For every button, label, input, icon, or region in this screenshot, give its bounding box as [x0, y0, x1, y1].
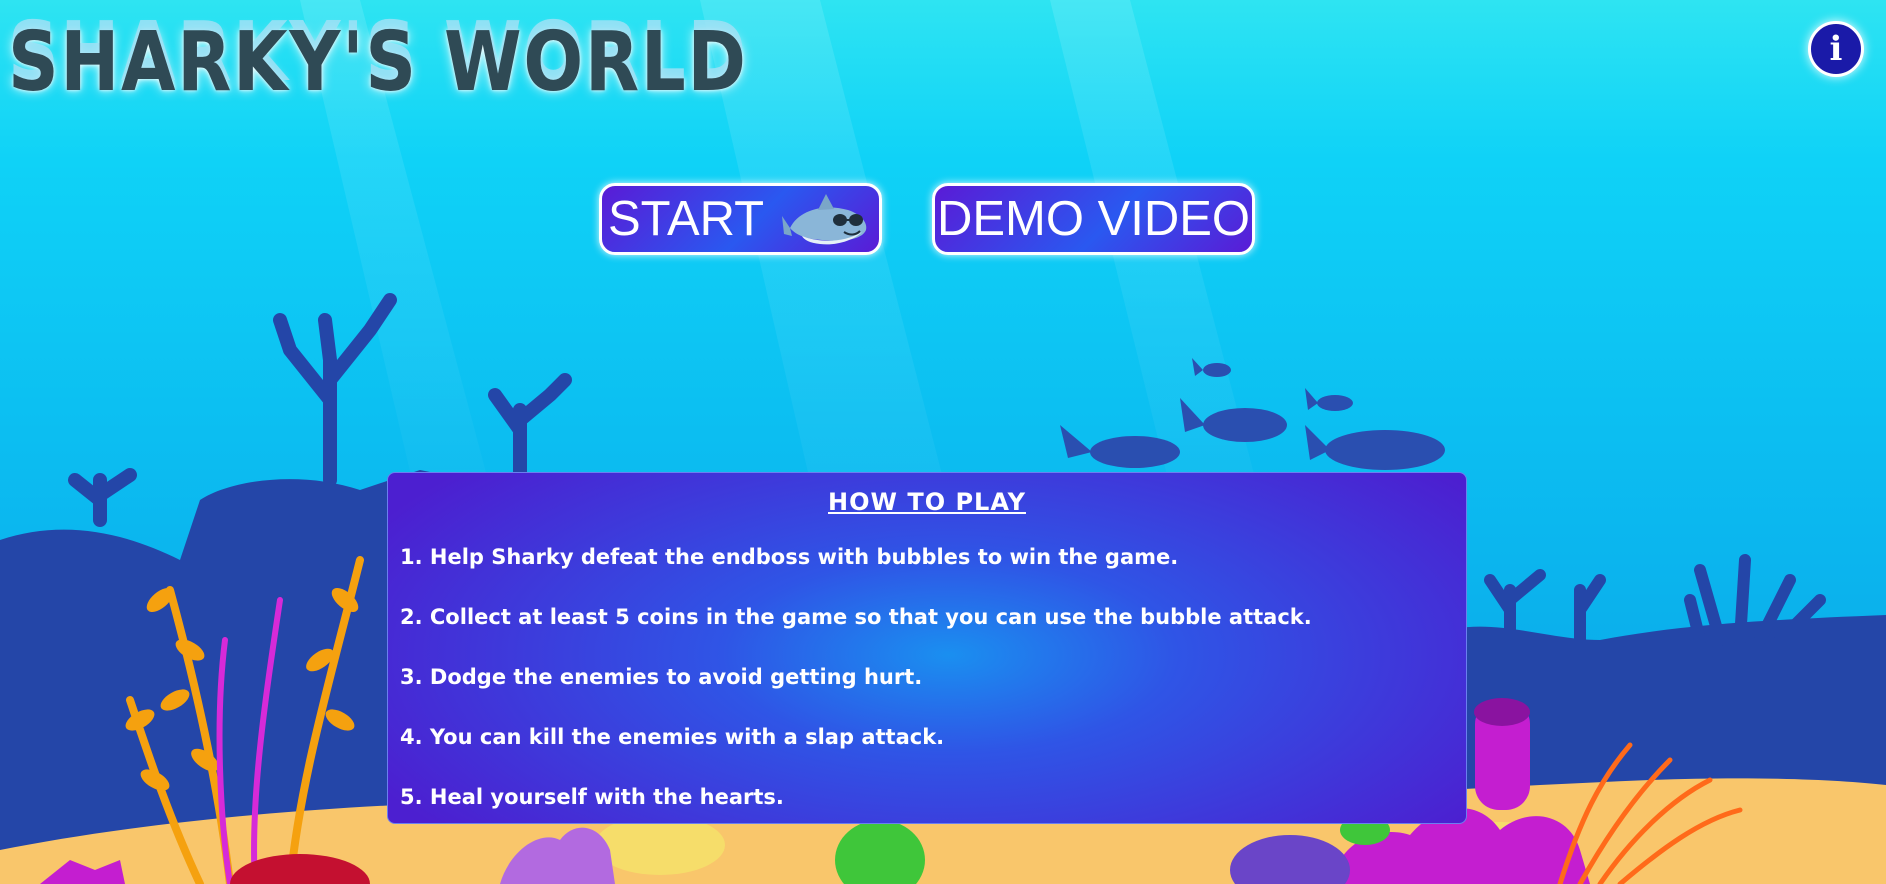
how-to-play-title: HOW TO PLAY: [828, 488, 1026, 516]
rule-item: 4. You can kill the enemies with a slap …: [400, 725, 945, 749]
info-icon: i: [1829, 29, 1843, 69]
demo-video-button[interactable]: DEMO VIDEO: [932, 183, 1255, 255]
start-button[interactable]: START: [599, 183, 882, 255]
how-to-play-panel: HOW TO PLAY 1. Help Sharky defeat the en…: [387, 472, 1467, 824]
rule-item: 2. Collect at least 5 coins in the game …: [400, 605, 1312, 629]
info-button[interactable]: i: [1808, 21, 1864, 77]
rule-item: 3. Dodge the enemies to avoid getting hu…: [400, 665, 923, 689]
start-label: START: [608, 192, 765, 246]
shark-icon: [782, 194, 867, 245]
rule-item: 1. Help Sharky defeat the endboss with b…: [400, 545, 1179, 569]
demo-video-label: DEMO VIDEO: [936, 192, 1251, 246]
game-title: SHARKY'S WORLD: [8, 15, 748, 110]
rule-item: 5. Heal yourself with the hearts.: [400, 785, 784, 809]
